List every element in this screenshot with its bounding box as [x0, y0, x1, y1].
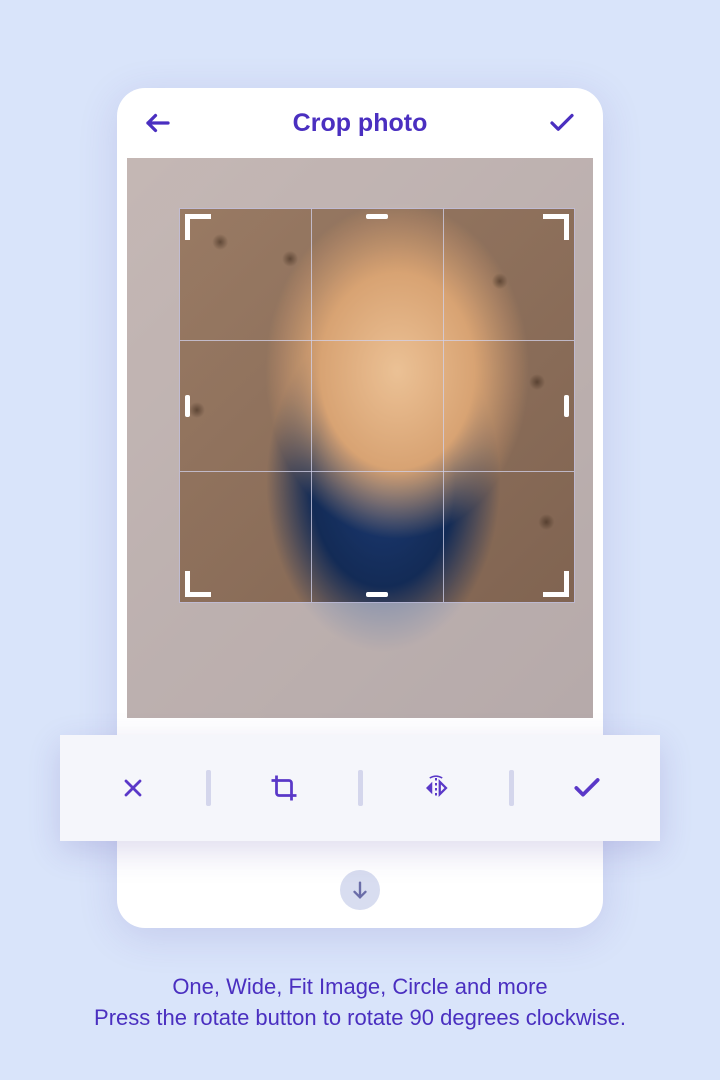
crop-mask: [127, 603, 593, 718]
crop-gridline: [180, 340, 574, 341]
crop-handle-top[interactable]: [366, 214, 388, 219]
crop-gridline: [311, 209, 312, 602]
crop-toolbar: [60, 735, 660, 841]
back-button[interactable]: [143, 108, 173, 138]
crop-handle-tr[interactable]: [543, 214, 569, 240]
crop-gridline: [180, 471, 574, 472]
crop-handle-left[interactable]: [185, 395, 190, 417]
page-title: Crop photo: [173, 109, 547, 138]
header-confirm-button[interactable]: [547, 108, 577, 138]
cancel-button[interactable]: [60, 735, 206, 841]
crop-mask: [127, 158, 593, 208]
flip-button[interactable]: [363, 735, 509, 841]
app-header: Crop photo: [117, 88, 603, 158]
crop-gridline: [443, 209, 444, 602]
confirm-button[interactable]: [514, 735, 660, 841]
flip-horizontal-icon: [421, 773, 451, 803]
crop-handle-tl[interactable]: [185, 214, 211, 240]
crop-handle-bottom[interactable]: [366, 592, 388, 597]
crop-selection[interactable]: [179, 208, 575, 603]
caption-line: One, Wide, Fit Image, Circle and more: [12, 972, 708, 1003]
caption-text: One, Wide, Fit Image, Circle and more Pr…: [0, 972, 720, 1034]
expand-down-button[interactable]: [340, 870, 380, 910]
caption-line: Press the rotate button to rotate 90 deg…: [12, 1003, 708, 1034]
crop-mask: [575, 208, 593, 603]
photo-canvas[interactable]: [127, 158, 593, 718]
arrow-left-icon: [143, 108, 173, 138]
check-icon: [571, 772, 603, 804]
close-icon: [119, 774, 147, 802]
crop-mode-button[interactable]: [211, 735, 357, 841]
crop-handle-right[interactable]: [564, 395, 569, 417]
arrow-down-icon: [349, 879, 371, 901]
crop-icon: [269, 773, 299, 803]
crop-handle-bl[interactable]: [185, 571, 211, 597]
check-icon: [547, 108, 577, 138]
crop-mask: [127, 208, 179, 603]
crop-handle-br[interactable]: [543, 571, 569, 597]
